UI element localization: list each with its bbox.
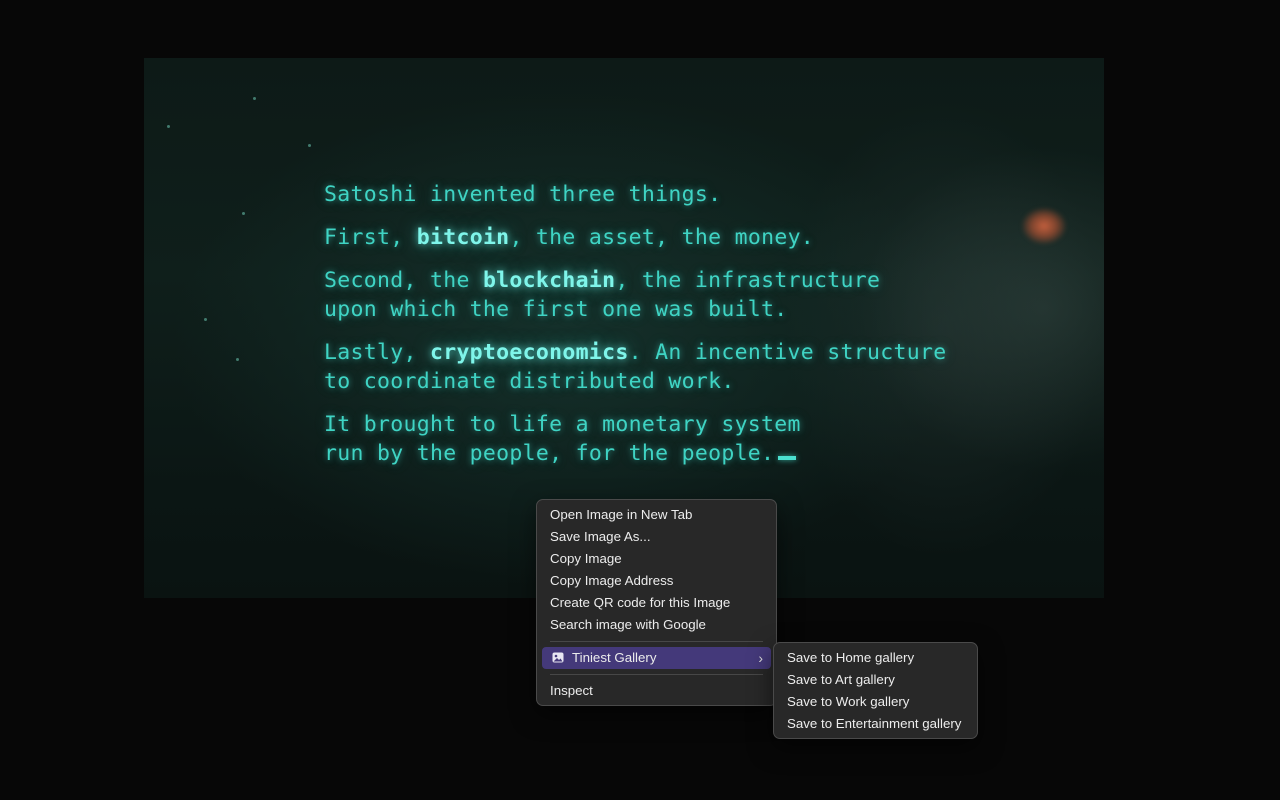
image-icon xyxy=(552,652,564,663)
menu-item-open-image-new-tab[interactable]: Open Image in New Tab xyxy=(542,504,771,526)
gallery-submenu: Save to Home gallery Save to Art gallery… xyxy=(773,642,978,739)
dust-particle xyxy=(242,212,245,215)
text-segment: , the asset, the money. xyxy=(509,225,815,250)
submenu-item-save-art[interactable]: Save to Art gallery xyxy=(779,669,972,691)
dust-particle xyxy=(236,358,239,361)
text-segment: Lastly, xyxy=(324,340,430,365)
text-segment: run by the people, for the people. xyxy=(324,441,775,466)
terminal-text: Satoshi invented three things. First, bit… xyxy=(324,180,946,482)
text-line: It brought to life a monetary system xyxy=(324,410,946,439)
menu-item-tiniest-gallery[interactable]: Tiniest Gallery › xyxy=(542,647,771,669)
text-segment: upon which the first one was built. xyxy=(324,297,788,322)
text-line: Lastly, cryptoeconomics. An incentive st… xyxy=(324,338,946,367)
text-paragraph: It brought to life a monetary system run … xyxy=(324,410,946,468)
highlighted-term: bitcoin xyxy=(416,225,510,250)
dust-particle xyxy=(167,125,170,128)
text-segment: First, xyxy=(324,225,417,250)
dust-particle xyxy=(204,318,207,321)
text-segment: to coordinate distributed work. xyxy=(324,369,735,394)
menu-separator xyxy=(550,641,763,642)
orange-light-glow xyxy=(1022,208,1066,244)
text-segment: Satoshi invented three things. xyxy=(324,182,722,207)
submenu-item-save-entertainment[interactable]: Save to Entertainment gallery xyxy=(779,713,972,735)
menu-item-copy-image-address[interactable]: Copy Image Address xyxy=(542,570,771,592)
text-paragraph: Satoshi invented three things. xyxy=(324,180,946,209)
text-line: Satoshi invented three things. xyxy=(324,180,946,209)
text-line: Second, the blockchain, the infrastructu… xyxy=(324,266,946,295)
text-line: to coordinate distributed work. xyxy=(324,367,946,396)
text-line: upon which the first one was built. xyxy=(324,295,946,324)
text-segment: It brought to life a monetary system xyxy=(324,412,801,437)
text-cursor xyxy=(778,456,797,460)
menu-item-search-image-google[interactable]: Search image with Google xyxy=(542,614,771,636)
menu-item-create-qr-code[interactable]: Create QR code for this Image xyxy=(542,592,771,614)
text-paragraph: Lastly, cryptoeconomics. An incentive st… xyxy=(324,338,946,396)
highlighted-term: cryptoeconomics xyxy=(429,340,629,365)
text-line: run by the people, for the people. xyxy=(324,439,946,468)
text-segment: Second, the xyxy=(324,268,483,293)
highlighted-term: blockchain xyxy=(482,268,616,293)
text-segment: . An incentive structure xyxy=(628,340,947,365)
context-menu: Open Image in New Tab Save Image As... C… xyxy=(536,499,777,706)
menu-item-save-image-as[interactable]: Save Image As... xyxy=(542,526,771,548)
dust-particle xyxy=(253,97,256,100)
text-paragraph: First, bitcoin, the asset, the money. xyxy=(324,223,946,252)
submenu-item-save-work[interactable]: Save to Work gallery xyxy=(779,691,972,713)
chevron-right-icon: › xyxy=(758,650,763,666)
menu-item-label: Tiniest Gallery xyxy=(572,650,657,665)
text-line: First, bitcoin, the asset, the money. xyxy=(324,223,946,252)
text-paragraph: Second, the blockchain, the infrastructu… xyxy=(324,266,946,324)
text-segment: , the infrastructure xyxy=(615,268,881,293)
submenu-item-save-home[interactable]: Save to Home gallery xyxy=(779,647,972,669)
dust-particle xyxy=(308,144,311,147)
menu-separator xyxy=(550,674,763,675)
menu-item-copy-image[interactable]: Copy Image xyxy=(542,548,771,570)
menu-item-inspect[interactable]: Inspect xyxy=(542,680,771,702)
